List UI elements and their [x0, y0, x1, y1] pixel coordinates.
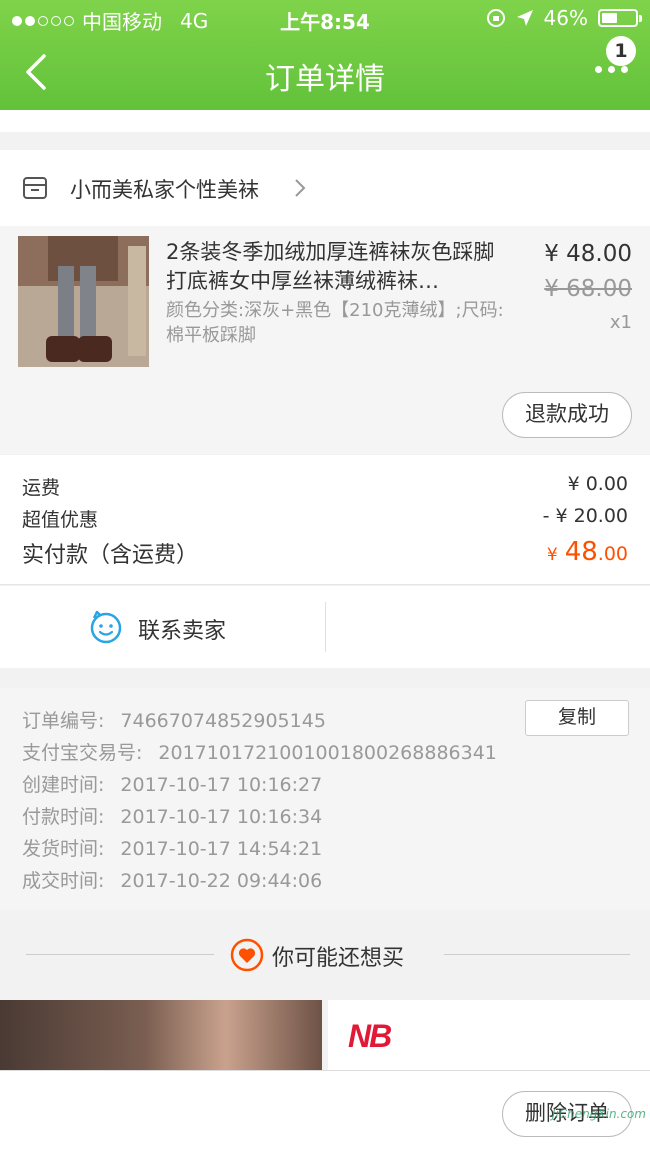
shipping-row: 运费 ¥ 0.00 — [22, 473, 628, 500]
paid-time-label: 付款时间: — [22, 806, 105, 828]
paid-amount: ¥ 48.00 — [547, 537, 628, 567]
created-time-label: 创建时间: — [22, 774, 105, 796]
rotation-lock-icon — [486, 9, 505, 27]
alipay-number-value: 2017101721001001800268886341 — [158, 742, 497, 764]
scrolled-content-strip — [0, 110, 650, 132]
shop-header[interactable]: 小而美私家个性美袜 — [0, 150, 650, 226]
bottom-action-bar: 删除订单 JiChengXin.com — [0, 1070, 650, 1156]
heart-icon — [230, 938, 264, 972]
shipping-value: ¥ 0.00 — [567, 473, 628, 495]
shop-name[interactable]: 小而美私家个性美袜 — [70, 174, 259, 204]
location-icon — [516, 10, 533, 26]
alipay-number-label: 支付宝交易号: — [22, 742, 143, 764]
shipping-label: 运费 — [22, 477, 61, 499]
battery-icon — [598, 9, 642, 27]
order-totals: 运费 ¥ 0.00 超值优惠 - ¥ 20.00 实付款（含运费） ¥ 48.0… — [0, 455, 650, 585]
product-title[interactable]: 2条装冬季加绒加厚连裤袜灰色踩脚打底裤女中厚丝袜薄绒裤袜… — [166, 238, 511, 296]
chevron-right-icon — [295, 179, 306, 197]
more-menu-icon[interactable] — [595, 66, 628, 73]
completed-time-value: 2017-10-22 09:44:06 — [120, 870, 323, 892]
paid-currency: ¥ — [546, 545, 558, 565]
recommend-product-card[interactable] — [0, 1000, 322, 1070]
top-bar: 中国移动 4G 上午8:54 46% 订单详情 1 — [0, 0, 650, 110]
paid-time-row: 付款时间: 2017-10-17 10:16:34 — [22, 802, 322, 829]
recommend-product-card[interactable]: NB — [328, 1000, 650, 1070]
battery-percent: 46% — [543, 6, 588, 30]
new-balance-logo: NB — [348, 1018, 392, 1054]
created-time-row: 创建时间: 2017-10-17 10:16:27 — [22, 770, 322, 797]
product-original-price: ¥ 68.00 — [544, 276, 632, 302]
recommend-title: 你可能还想买 — [272, 946, 405, 971]
contact-bar: 联系卖家 — [0, 586, 650, 668]
chat-face-icon[interactable] — [88, 609, 124, 645]
divider-right — [444, 954, 630, 955]
order-number-label: 订单编号: — [22, 710, 105, 732]
contact-seller-button[interactable]: 联系卖家 — [138, 613, 226, 645]
completed-time-row: 成交时间: 2017-10-22 09:44:06 — [22, 866, 322, 893]
order-number-value: 74667074852905145 — [120, 710, 326, 732]
paid-time-value: 2017-10-17 10:16:34 — [120, 806, 323, 828]
recommend-products: NB — [0, 1000, 650, 1070]
paid-integer: 48 — [564, 537, 598, 567]
paid-row: 实付款（含运费） ¥ 48.00 — [22, 537, 628, 569]
store-icon — [23, 177, 47, 199]
copy-button[interactable]: 复制 — [525, 700, 629, 736]
product-price: ¥ 48.00 — [544, 241, 632, 267]
shipped-time-value: 2017-10-17 14:54:21 — [120, 838, 323, 860]
paid-label: 实付款（含运费） — [22, 543, 199, 568]
product-item[interactable]: 2条装冬季加绒加厚连裤袜灰色踩脚打底裤女中厚丝袜薄绒裤袜… 颜色分类:深灰+黑色… — [0, 226, 650, 454]
product-attributes: 颜色分类:深灰+黑色【210克薄绒】;尺码:棉平板踩脚 — [166, 300, 504, 346]
order-info: 订单编号: 74667074852905145 复制 支付宝交易号: 2017101… — [0, 688, 650, 910]
paid-decimal: .00 — [597, 543, 628, 565]
alipay-number-row: 支付宝交易号: 2017101721001001800268886341 — [22, 738, 497, 765]
discount-value: - ¥ 20.00 — [542, 505, 628, 527]
status-bar: 中国移动 4G 上午8:54 46% — [0, 0, 650, 36]
created-time-value: 2017-10-17 10:16:27 — [120, 774, 323, 796]
discount-row: 超值优惠 - ¥ 20.00 — [22, 505, 628, 532]
watermark: JiChengXin.com — [551, 1107, 646, 1121]
shipped-time-row: 发货时间: 2017-10-17 14:54:21 — [22, 834, 322, 861]
discount-label: 超值优惠 — [22, 509, 99, 531]
page-title: 订单详情 — [265, 62, 385, 97]
product-quantity: x1 — [609, 312, 632, 333]
refund-status-button[interactable]: 退款成功 — [502, 392, 632, 438]
recommend-header: 你可能还想买 — [0, 910, 650, 1000]
status-right: 46% — [486, 6, 642, 30]
order-number-row: 订单编号: 74667074852905145 — [22, 706, 326, 733]
product-thumbnail[interactable] — [18, 236, 149, 367]
completed-time-label: 成交时间: — [22, 870, 105, 892]
divider-left — [26, 954, 214, 955]
shipped-time-label: 发货时间: — [22, 838, 105, 860]
notification-badge: 1 — [606, 36, 636, 66]
nav-bar: 订单详情 1 — [0, 36, 650, 110]
divider — [325, 602, 326, 652]
